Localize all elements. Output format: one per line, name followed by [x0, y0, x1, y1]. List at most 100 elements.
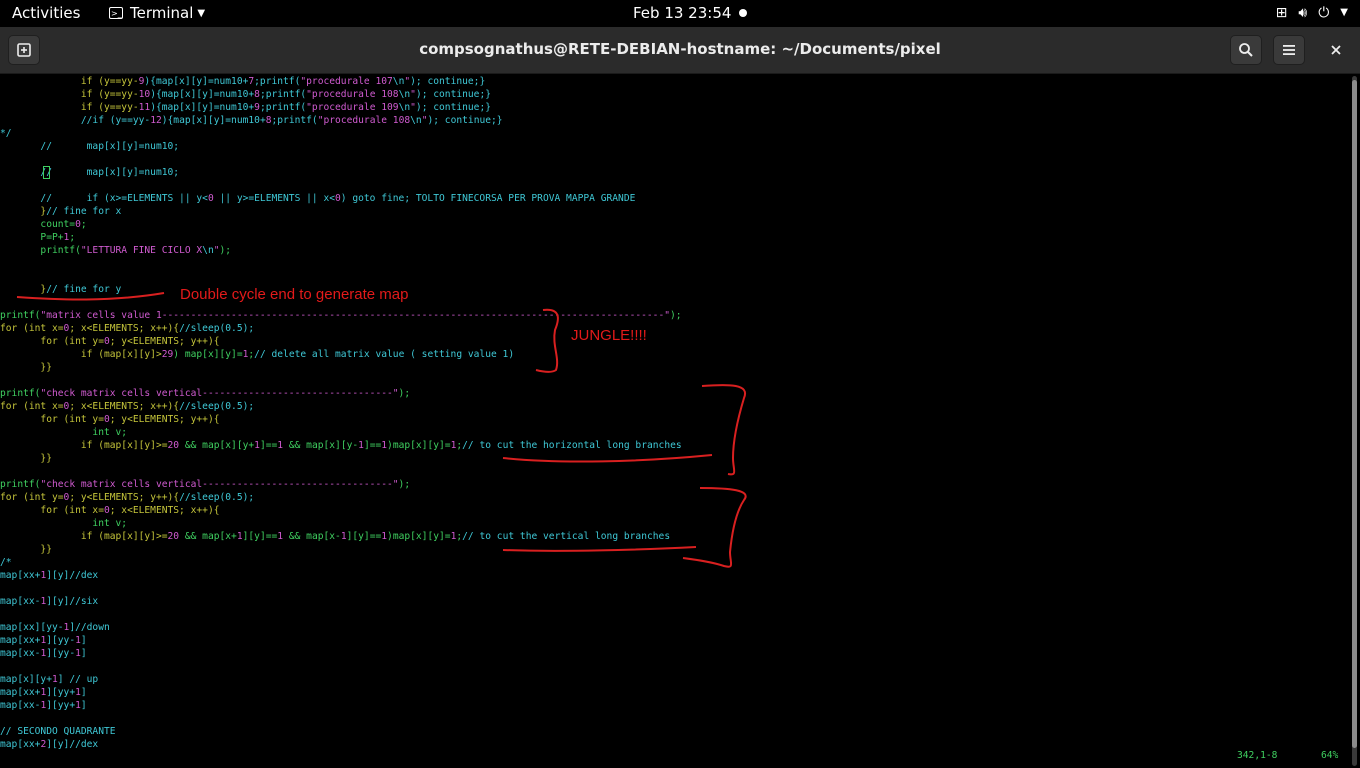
code-token: 20	[167, 440, 180, 451]
code-token: // to cut the vertical long branches	[462, 531, 671, 542]
code-token: }}	[0, 544, 52, 555]
terminal-headerbar: compsognathus@RETE-DEBIAN-hostname: ~/Do…	[0, 27, 1360, 74]
code-line: map[xx-1][yy-1]	[0, 647, 87, 660]
code-token: \n	[398, 102, 411, 113]
window-title: compsognathus@RETE-DEBIAN-hostname: ~/Do…	[419, 40, 941, 58]
code-token: ][yy+	[46, 687, 76, 698]
volume-icon: 🔊︎	[1298, 5, 1308, 21]
code-token: for (int x=	[0, 401, 64, 412]
code-token: ;printf(	[259, 102, 307, 113]
code-token: ;	[69, 232, 76, 243]
menu-button[interactable]	[1273, 35, 1305, 65]
code-line: // map[x][y]=num10;	[0, 140, 179, 153]
code-line: count=0;	[0, 218, 86, 231]
scroll-percent: 64%	[1321, 750, 1339, 761]
code-token: 12	[150, 115, 162, 126]
scrollbar[interactable]	[1352, 76, 1357, 766]
code-token: if (map[x][y]>=	[0, 531, 168, 542]
code-token: ][yy-	[46, 635, 76, 646]
code-token: ][yy-	[46, 648, 76, 659]
code-line: if (map[x][y]>=20 && map[x+1][y]==1 && m…	[0, 530, 670, 543]
code-token: "check matrix cells vertical------------…	[40, 479, 399, 490]
code-token: // if (x>=ELEMENTS || y<	[0, 193, 208, 204]
code-token: \n	[392, 76, 405, 87]
code-line: if (map[x][y]>29) map[x][y]=1;// delete …	[0, 348, 514, 361]
code-token: && map[x+	[179, 531, 237, 542]
scrollbar-thumb[interactable]	[1352, 80, 1357, 748]
code-token: // fine for x	[46, 206, 122, 217]
code-token: ]==	[363, 440, 382, 451]
code-token: ; x<ELEMENTS; x++){	[69, 401, 180, 412]
power-icon: ⏻	[1318, 5, 1330, 21]
code-token: printf(	[0, 245, 81, 256]
close-icon	[1331, 45, 1341, 55]
caret-down-icon: ▼	[1340, 7, 1348, 18]
code-token: if (y==yy-	[0, 89, 139, 100]
code-token: "check matrix cells vertical------------…	[40, 388, 399, 399]
code-line: for (int y=0; y<ELEMENTS; y++){	[0, 413, 220, 426]
code-line: int v;	[0, 517, 127, 530]
app-menu[interactable]: >_ Terminal ▼	[109, 4, 205, 22]
code-line: P=P+1;	[0, 231, 75, 244]
code-line: map[xx+1][y]//dex	[0, 569, 98, 582]
code-token: ){map[x][y]=num10+	[144, 76, 249, 87]
code-token: if (y==yy-	[0, 102, 139, 113]
code-line: if (y==yy-10){map[x][y]=num10+8;printf("…	[0, 88, 491, 101]
code-line: // map[x][y]=num10;	[0, 166, 179, 179]
system-tray[interactable]: ⊞ 🔊︎ ⏻ ▼	[1276, 5, 1348, 21]
code-token: ] // up	[57, 674, 99, 685]
code-token: }	[0, 206, 47, 217]
code-token: ]	[80, 635, 87, 646]
code-token: && map[x][y-	[283, 440, 359, 451]
code-token: );	[670, 310, 682, 321]
code-token: map[xx+	[0, 687, 41, 698]
code-token: \n	[202, 245, 214, 256]
code-line: //if (y==yy-12){map[x][y]=num10+8;printf…	[0, 114, 503, 127]
code-token: map[xx-	[0, 700, 41, 711]
code-token: 20	[167, 531, 180, 542]
code-token: ; y<ELEMENTS; y++){	[109, 336, 220, 347]
code-line: }}	[0, 543, 52, 556]
code-token: && map[x-	[283, 531, 341, 542]
code-token: map[xx+	[0, 739, 41, 750]
search-button[interactable]	[1230, 35, 1262, 65]
notification-dot-icon	[739, 9, 747, 17]
code-token: "matrix cells value 1-------------------…	[40, 310, 671, 321]
terminal-content[interactable]: if (y==yy-9){map[x][y]=num10+7;printf("p…	[0, 74, 1350, 768]
close-button[interactable]	[1320, 35, 1352, 65]
new-tab-icon	[17, 43, 31, 57]
code-token: ][y]//six	[46, 596, 99, 607]
code-token: printf(	[0, 310, 41, 321]
new-tab-button[interactable]	[8, 35, 40, 65]
code-token: ]==	[259, 440, 278, 451]
code-token: ; y<ELEMENTS; y++){	[109, 414, 220, 425]
code-token: count=	[0, 219, 76, 230]
code-token: map[xx-	[0, 648, 41, 659]
code-line: printf("matrix cells value 1------------…	[0, 309, 682, 322]
code-token: ){map[x][y]=num10+	[161, 115, 266, 126]
code-token: map[xx+	[0, 570, 41, 581]
top-bar: Activities >_ Terminal ▼ Feb 13 23:54 ⊞ …	[0, 0, 1360, 27]
code-line: if (map[x][y]>=20 && map[x][y+1]==1 && m…	[0, 439, 682, 452]
code-token: ]	[80, 687, 87, 698]
code-token: "procedurale 109	[306, 102, 399, 113]
code-line: map[xx+1][yy-1]	[0, 634, 87, 647]
code-token: P=P+	[0, 232, 64, 243]
text-cursor	[43, 166, 50, 179]
code-line: for (int y=0; y<ELEMENTS; y++){//sleep(0…	[0, 491, 254, 504]
code-line: map[x][y+1] // up	[0, 673, 98, 686]
activities-button[interactable]: Activities	[12, 4, 80, 22]
code-token: if (y==yy-	[0, 76, 139, 87]
code-token: ; y<ELEMENTS; y++){	[69, 492, 180, 503]
code-token: for (int y=	[0, 492, 64, 503]
code-token: for (int x=	[0, 323, 64, 334]
code-token: // map[x][y]=num10;	[0, 167, 180, 178]
code-token: }}	[0, 362, 52, 373]
code-token: // map[x][y]=num10;	[0, 141, 180, 152]
code-line: }}	[0, 361, 52, 374]
code-token: // SECONDO QUADRANTE	[0, 726, 116, 737]
clock[interactable]: Feb 13 23:54	[633, 4, 731, 22]
terminal-icon: >_	[109, 7, 123, 19]
code-token: ); continue;}	[415, 102, 492, 113]
code-token: if (map[x][y]>=	[0, 440, 168, 451]
